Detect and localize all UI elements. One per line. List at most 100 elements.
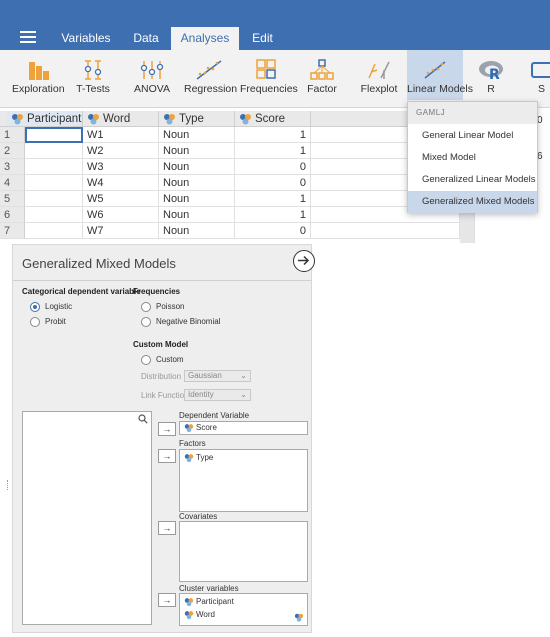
move-to-cluster-button[interactable]: → xyxy=(158,593,176,607)
ribbon-linear-models-button[interactable]: Linear Models xyxy=(407,50,473,100)
dependent-variable-item[interactable]: Score xyxy=(184,422,217,434)
radio-negative-binomial[interactable]: Negative Binomial xyxy=(141,316,220,328)
cell-word[interactable]: W7 xyxy=(83,223,159,239)
cluster-item-word[interactable]: Word xyxy=(184,609,215,621)
cell-score[interactable]: 1 xyxy=(235,143,311,159)
move-to-factors-button[interactable]: → xyxy=(158,449,176,463)
tab-data[interactable]: Data xyxy=(122,27,170,50)
custom-model-heading: Custom Model xyxy=(133,340,189,349)
cell-score[interactable]: 0 xyxy=(235,159,311,175)
cell-word[interactable]: W3 xyxy=(83,159,159,175)
table-row[interactable]: 4 W4 Noun 0 xyxy=(0,175,460,191)
link-function-select[interactable]: Identity ⌄ xyxy=(184,389,251,401)
hamburger-menu-icon[interactable] xyxy=(20,31,36,43)
table-row[interactable]: 2 W2 Noun 1 xyxy=(0,143,460,159)
ribbon-anova-button[interactable]: ANOVA xyxy=(128,50,176,100)
radio-button-checked xyxy=(30,302,40,312)
factor-item[interactable]: Type xyxy=(184,452,213,464)
nominal-variable-icon xyxy=(184,454,194,463)
menu-header-gamlj: GAMLJ xyxy=(408,102,537,124)
factors-box[interactable]: Type xyxy=(179,449,308,512)
ribbon-exploration-button[interactable]: Exploration xyxy=(12,50,65,100)
cell-word[interactable]: W6 xyxy=(83,207,159,223)
cell-word[interactable]: W4 xyxy=(83,175,159,191)
cell-type[interactable]: Noun xyxy=(159,159,235,175)
table-row[interactable]: 3 W3 Noun 0 xyxy=(0,159,460,175)
panel-resize-gripper[interactable] xyxy=(7,480,9,490)
distribution-label: Distribution xyxy=(141,372,182,381)
column-header-participant[interactable]: Participant xyxy=(7,111,83,127)
search-icon[interactable] xyxy=(138,414,148,424)
cell-word[interactable]: W5 xyxy=(83,191,159,207)
nominal-variable-icon xyxy=(88,114,99,125)
cluster-item-participant[interactable]: Participant xyxy=(184,596,234,608)
tab-variables[interactable]: Variables xyxy=(55,27,117,50)
cell-participant[interactable] xyxy=(25,223,83,239)
cell-word[interactable]: W1 xyxy=(83,127,159,143)
radio-button xyxy=(141,302,151,312)
cell-score[interactable]: 1 xyxy=(235,191,311,207)
cell-participant[interactable] xyxy=(25,127,83,143)
cell-type[interactable]: Noun xyxy=(159,127,235,143)
cell-score[interactable]: 1 xyxy=(235,207,311,223)
ribbon-factor-button[interactable]: Factor xyxy=(300,50,344,100)
radio-probit[interactable]: Probit xyxy=(30,316,66,328)
radio-custom[interactable]: Custom xyxy=(141,354,184,366)
menu-item-mixed-model[interactable]: Mixed Model xyxy=(408,147,537,169)
regression-icon xyxy=(196,60,222,80)
table-row[interactable]: 7 W7 Noun 0 xyxy=(0,223,460,239)
ribbon-frequencies-button[interactable]: Frequencies xyxy=(240,50,298,100)
cell-score[interactable]: 1 xyxy=(235,127,311,143)
distribution-select[interactable]: Gaussian ⌄ xyxy=(184,370,251,382)
cell-participant[interactable] xyxy=(25,207,83,223)
cell-type[interactable]: Noun xyxy=(159,191,235,207)
menu-item-generalized-linear-models[interactable]: Generalized Linear Models xyxy=(408,169,537,191)
cell-type[interactable]: Noun xyxy=(159,175,235,191)
cell-empty[interactable] xyxy=(311,223,460,239)
cell-participant[interactable] xyxy=(25,143,83,159)
ribbon-t-tests-button[interactable]: T-Tests xyxy=(70,50,116,100)
run-arrow-button[interactable] xyxy=(293,250,315,272)
column-header-score[interactable]: Score xyxy=(235,111,311,127)
cell-type[interactable]: Noun xyxy=(159,223,235,239)
nominal-variable-icon xyxy=(164,114,175,125)
row-number: 2 xyxy=(0,143,25,159)
t-test-icon xyxy=(84,60,102,80)
cell-score[interactable]: 0 xyxy=(235,223,311,239)
cell-score[interactable]: 0 xyxy=(235,175,311,191)
ribbon-flexplot-button[interactable]: Flexplot xyxy=(356,50,402,100)
radio-logistic[interactable]: Logistic xyxy=(30,301,72,313)
nominal-variable-icon xyxy=(240,114,251,125)
cell-type[interactable]: Noun xyxy=(159,143,235,159)
tab-analyses[interactable]: Analyses xyxy=(171,27,239,50)
cell-participant[interactable] xyxy=(25,175,83,191)
menu-item-generalized-mixed-models[interactable]: Generalized Mixed Models xyxy=(408,191,537,213)
cell-participant[interactable] xyxy=(25,159,83,175)
cell-word[interactable]: W2 xyxy=(83,143,159,159)
analyses-ribbon: Exploration T-Tests ANOVA Regression Fre… xyxy=(0,50,550,108)
table-row[interactable]: 5 W5 Noun 1 xyxy=(0,191,460,207)
available-variables-list[interactable] xyxy=(22,411,152,625)
cell-participant[interactable] xyxy=(25,191,83,207)
row-number: 4 xyxy=(0,175,25,191)
ribbon-s-button[interactable]: S xyxy=(524,50,550,100)
tab-edit[interactable]: Edit xyxy=(240,27,285,50)
data-spreadsheet[interactable]: Participant Word Type Score 1 W1 Noun 1 2 W2 N… xyxy=(0,111,460,243)
dependent-variable-box[interactable]: Score xyxy=(179,421,308,435)
table-row[interactable]: 1 W1 Noun 1 xyxy=(0,127,460,143)
radio-poisson[interactable]: Poisson xyxy=(141,301,184,313)
ribbon-regression-button[interactable]: Regression xyxy=(184,50,237,100)
row-number: 7 xyxy=(0,223,25,239)
table-row[interactable]: 6 W6 Noun 1 xyxy=(0,207,460,223)
move-to-covariates-button[interactable]: → xyxy=(158,521,176,535)
cell-type[interactable]: Noun xyxy=(159,207,235,223)
linear-models-menu: GAMLJ General Linear Model Mixed Model G… xyxy=(407,101,538,213)
menu-item-general-linear-model[interactable]: General Linear Model xyxy=(408,125,537,147)
ribbon-r-button[interactable]: R R xyxy=(470,50,512,100)
covariates-box[interactable] xyxy=(179,521,308,582)
cluster-variables-box[interactable]: Participant Word xyxy=(179,593,308,626)
radio-button xyxy=(30,317,40,327)
column-header-type[interactable]: Type xyxy=(159,111,235,127)
move-to-dependent-button[interactable]: → xyxy=(158,422,176,436)
column-header-word[interactable]: Word xyxy=(83,111,159,127)
